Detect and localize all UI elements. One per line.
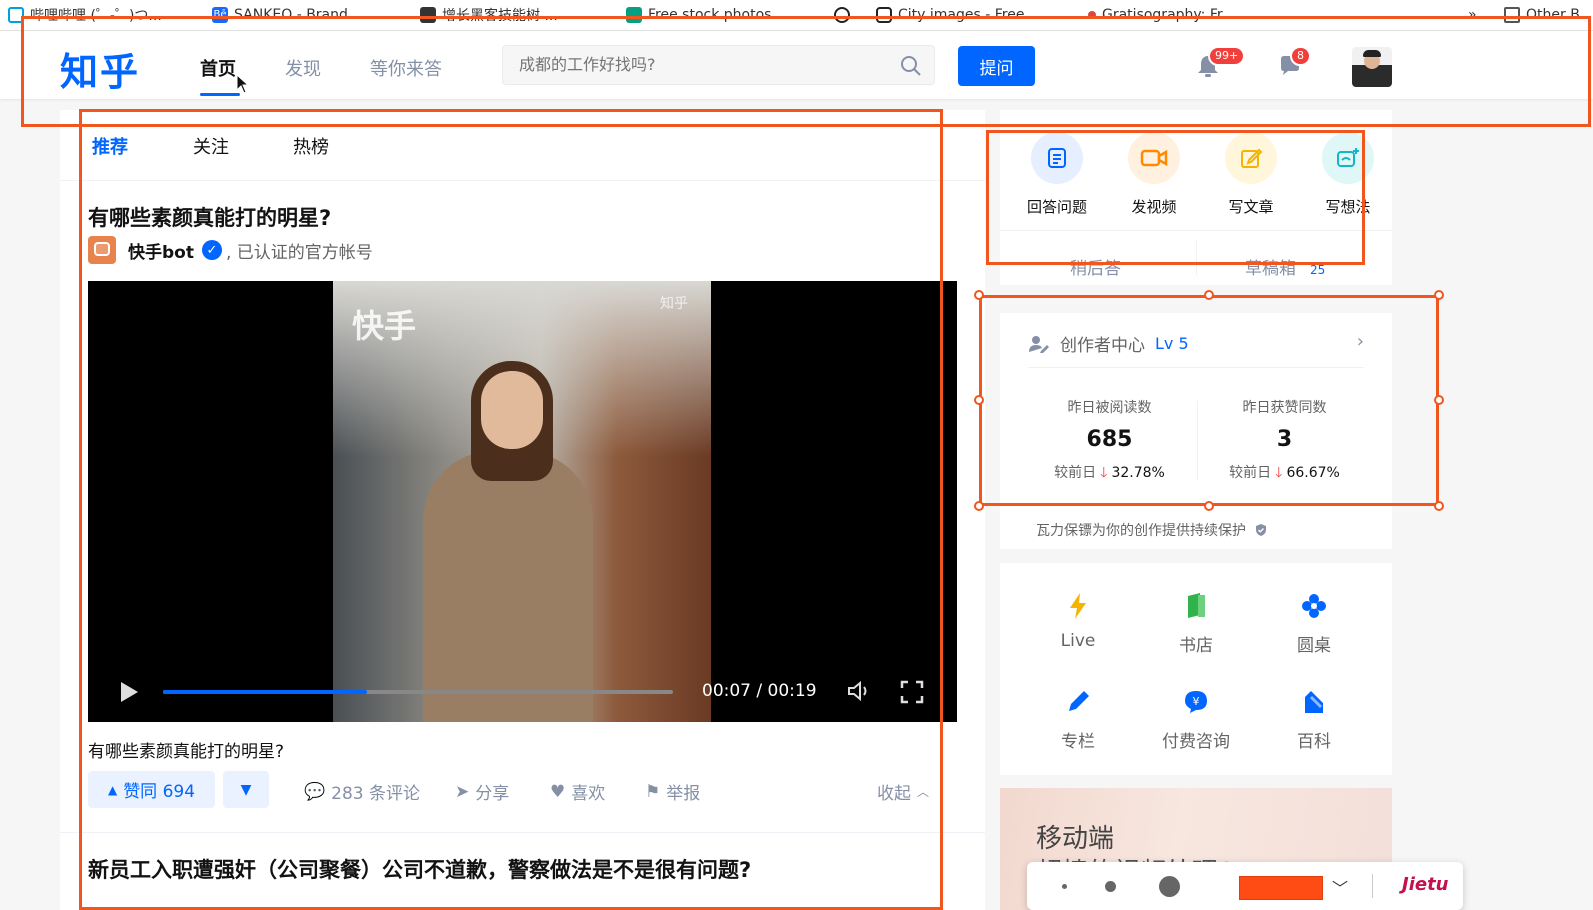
book-icon xyxy=(1146,591,1246,621)
resize-handle[interactable] xyxy=(1434,501,1444,511)
resize-handle[interactable] xyxy=(1434,290,1444,300)
divider xyxy=(1372,874,1373,898)
tool-wiki[interactable]: 百科 xyxy=(1264,687,1364,752)
tool-live[interactable]: Live xyxy=(1028,591,1128,651)
tool-column[interactable]: 专栏 xyxy=(1028,687,1128,752)
shield-icon xyxy=(1256,524,1266,536)
tool-paid-consult[interactable]: ¥ 付费咨询 xyxy=(1146,687,1246,752)
resize-handle[interactable] xyxy=(974,501,984,511)
brush-size-large[interactable] xyxy=(1159,876,1180,897)
tool-label: 圆桌 xyxy=(1297,636,1331,656)
tool-bookstore[interactable]: 书店 xyxy=(1146,591,1246,656)
screenshot-toolbar: ﹀ Jietu xyxy=(1027,862,1463,910)
resize-handle[interactable] xyxy=(1204,290,1214,300)
wiki-icon xyxy=(1264,687,1364,717)
promo-title: 移动端 xyxy=(1036,824,1115,854)
svg-text:¥: ¥ xyxy=(1193,695,1200,708)
annotation-rect-create xyxy=(986,130,1365,265)
tool-label: 百科 xyxy=(1297,732,1331,752)
resize-handle[interactable] xyxy=(974,395,984,405)
jietu-logo: Jietu xyxy=(1402,874,1449,895)
annotation-rect-creator xyxy=(979,295,1439,506)
resize-handle[interactable] xyxy=(1434,395,1444,405)
color-swatch[interactable] xyxy=(1239,876,1323,900)
tool-label: Live xyxy=(1060,631,1096,651)
chevron-down-icon[interactable]: ﹀ xyxy=(1332,875,1348,899)
drafts-count: 25 xyxy=(1310,263,1326,277)
tool-label: 付费咨询 xyxy=(1162,732,1230,752)
tool-label: 书店 xyxy=(1179,636,1213,656)
annotation-rect-feed xyxy=(79,109,943,910)
resize-handle[interactable] xyxy=(974,290,984,300)
tools-card: Live 书店 圆桌 专栏 ¥ 付费咨询 百科 xyxy=(1000,563,1392,775)
lightning-icon xyxy=(1028,591,1128,621)
tool-roundtable[interactable]: 圆桌 xyxy=(1264,591,1364,656)
roundtable-icon xyxy=(1264,591,1364,621)
brush-size-small[interactable] xyxy=(1062,884,1067,889)
tool-label: 专栏 xyxy=(1061,732,1095,752)
consult-icon: ¥ xyxy=(1146,687,1246,717)
resize-handle[interactable] xyxy=(1204,501,1214,511)
brush-size-medium[interactable] xyxy=(1105,881,1116,892)
protection-label: 瓦力保镖为你的创作提供持续保护 xyxy=(1036,523,1246,539)
pen-icon xyxy=(1028,687,1128,717)
protection-notice[interactable]: 瓦力保镖为你的创作提供持续保护 xyxy=(1036,520,1268,540)
